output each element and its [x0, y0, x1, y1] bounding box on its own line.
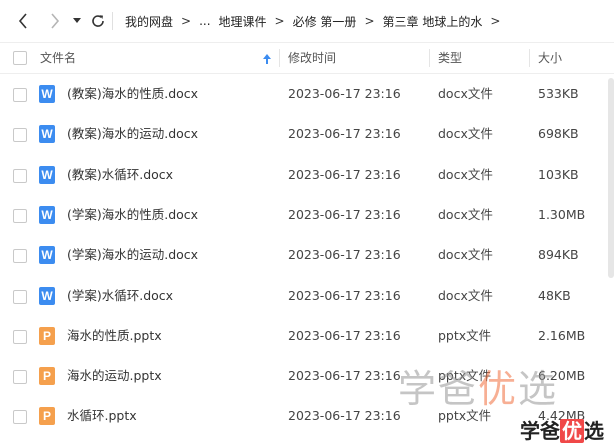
file-type: docx文件	[438, 247, 493, 263]
file-size: 48KB	[538, 287, 571, 303]
column-header-name[interactable]: 文件名	[40, 43, 76, 73]
file-row[interactable]: W (教案)海水的运动.docx 2023-06-17 23:16 docx文件 698…	[0, 114, 614, 154]
row-checkbox[interactable]	[13, 88, 27, 102]
column-divider[interactable]	[529, 49, 530, 67]
file-list-header: 文件名 修改时间 类型 大小	[0, 43, 614, 73]
row-checkbox[interactable]	[13, 168, 27, 183]
docx-file-icon: W	[39, 125, 55, 144]
forward-button[interactable]	[48, 9, 62, 33]
file-row[interactable]: W (学案)海水的运动.docx 2023-06-17 23:16 docx文件 894…	[0, 235, 614, 275]
breadcrumb-item-chapter3[interactable]: 第三章 地球上的水	[383, 13, 483, 30]
docx-file-icon: W	[39, 165, 55, 184]
file-row[interactable]: W (学案)水循环.docx 2023-06-17 23:16 docx文件 48KB	[0, 276, 614, 316]
row-checkbox[interactable]	[13, 329, 27, 344]
file-name[interactable]: (教案)海水的性质.docx	[67, 74, 198, 114]
breadcrumb-separator: >	[181, 14, 192, 28]
sort-ascending-icon[interactable]	[262, 43, 272, 73]
file-row[interactable]: W (学案)海水的性质.docx 2023-06-17 23:16 docx文件 1.3…	[0, 195, 614, 235]
file-size: 533KB	[538, 86, 579, 101]
file-modified-time: 2023-06-17 23:16	[288, 327, 401, 343]
file-modified-time: 2023-06-17 23:16	[288, 287, 401, 303]
file-name[interactable]: (教案)水循环.docx	[67, 155, 173, 195]
file-name[interactable]: (学案)海水的性质.docx	[67, 195, 198, 235]
row-checkbox[interactable]	[13, 208, 27, 223]
file-modified-time: 2023-06-17 23:16	[288, 247, 401, 263]
watermark-logo: 学爸优选	[520, 415, 604, 444]
row-checkbox[interactable]	[13, 249, 27, 264]
file-modified-time: 2023-06-17 23:16	[288, 166, 401, 182]
docx-file-icon: W	[39, 205, 55, 224]
vertical-scrollbar[interactable]	[608, 74, 614, 446]
row-checkbox[interactable]	[13, 128, 27, 143]
select-all-checkbox[interactable]	[13, 51, 27, 65]
file-size: 1.30MB	[538, 206, 586, 222]
pptx-file-icon: P	[39, 407, 55, 426]
file-type: docx文件	[438, 287, 493, 303]
watermark-logo-c: 选	[584, 419, 604, 443]
watermark-logo-a: 学爸	[520, 419, 560, 443]
file-modified-time: 2023-06-17 23:16	[288, 206, 401, 222]
column-header-size[interactable]: 大小	[538, 43, 562, 73]
file-name[interactable]: 水循环.pptx	[67, 396, 137, 436]
back-button[interactable]	[16, 9, 30, 33]
file-type: pptx文件	[438, 327, 492, 343]
breadcrumb-separator: >	[490, 14, 501, 28]
file-name[interactable]: 海水的运动.pptx	[67, 356, 162, 396]
file-size: 2.16MB	[538, 327, 586, 343]
docx-file-icon: W	[39, 286, 55, 305]
column-divider[interactable]	[279, 49, 280, 67]
file-name[interactable]: 海水的性质.pptx	[67, 316, 162, 356]
chevron-left-icon	[18, 13, 27, 29]
docx-file-icon: W	[39, 246, 55, 265]
file-modified-time: 2023-06-17 23:16	[288, 86, 401, 101]
breadcrumb-separator: >	[274, 14, 285, 28]
file-row[interactable]: W (教案)海水的性质.docx 2023-06-17 23:16 docx文件 533…	[0, 74, 614, 114]
pptx-file-icon: P	[39, 367, 55, 386]
breadcrumb-separator: >	[364, 14, 375, 28]
history-dropdown-button[interactable]	[72, 9, 82, 33]
sort-up-arrow-icon	[263, 53, 271, 64]
watermark-text-a: 学爸	[398, 367, 479, 411]
refresh-button[interactable]	[90, 9, 106, 33]
file-size: 103KB	[538, 166, 579, 182]
breadcrumb-item-geography[interactable]: 地理课件	[219, 13, 267, 30]
file-type: docx文件	[438, 86, 493, 101]
breadcrumb-item-required-vol1[interactable]: 必修 第一册	[293, 13, 357, 30]
column-divider[interactable]	[429, 49, 430, 67]
breadcrumb-item-ellipsis[interactable]: ...	[199, 14, 210, 28]
chevron-right-icon	[51, 13, 60, 29]
caret-down-icon	[73, 18, 81, 23]
file-modified-time: 2023-06-17 23:16	[288, 368, 401, 384]
file-name[interactable]: (学案)海水的运动.docx	[67, 235, 198, 275]
row-checkbox[interactable]	[13, 370, 27, 385]
file-type: docx文件	[438, 166, 493, 182]
pptx-file-icon: P	[39, 326, 55, 345]
row-checkbox[interactable]	[13, 410, 27, 425]
toolbar: 我的网盘 > ... 地理课件 > 必修 第一册 > 第三章 地球上的水 >	[0, 0, 614, 42]
file-modified-time: 2023-06-17 23:16	[288, 126, 401, 142]
watermark-logo-b: 优	[560, 419, 584, 443]
file-size: 894KB	[538, 247, 579, 263]
watermark-large: 学爸优选	[398, 358, 558, 413]
file-name[interactable]: (教案)海水的运动.docx	[67, 114, 198, 154]
column-header-type[interactable]: 类型	[438, 43, 462, 73]
toolbar-divider	[112, 12, 113, 30]
refresh-icon	[92, 15, 104, 27]
file-name[interactable]: (学案)水循环.docx	[67, 276, 173, 316]
file-size: 698KB	[538, 126, 579, 142]
breadcrumb: 我的网盘 > ... 地理课件 > 必修 第一册 > 第三章 地球上的水 >	[125, 13, 508, 30]
breadcrumb-item-my-drive[interactable]: 我的网盘	[125, 13, 173, 30]
file-row[interactable]: W (教案)水循环.docx 2023-06-17 23:16 docx文件 103KB	[0, 155, 614, 195]
row-checkbox[interactable]	[13, 289, 27, 304]
file-type: docx文件	[438, 126, 493, 142]
docx-file-icon: W	[39, 85, 55, 103]
watermark-text-c: 选	[518, 367, 559, 411]
watermark-text-b: 优	[478, 367, 519, 411]
file-modified-time: 2023-06-17 23:16	[288, 408, 401, 424]
file-type: docx文件	[438, 206, 493, 222]
column-header-modified[interactable]: 修改时间	[288, 43, 336, 73]
file-row[interactable]: P 海水的性质.pptx 2023-06-17 23:16 pptx文件 2.16MB	[0, 316, 614, 356]
scrollbar-thumb[interactable]	[608, 78, 614, 278]
